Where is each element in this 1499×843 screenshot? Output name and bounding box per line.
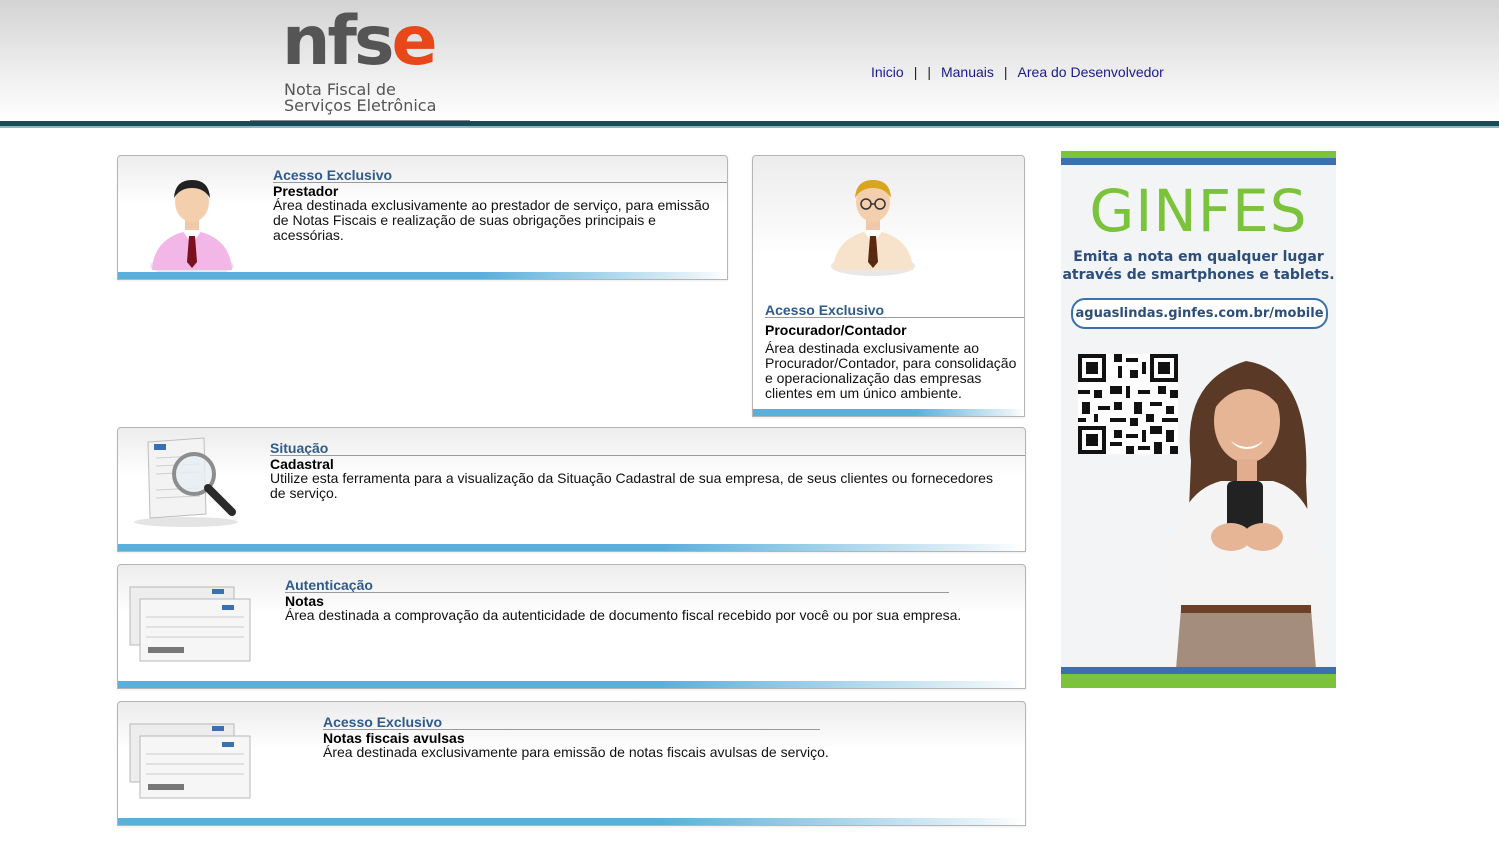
card-kicker: Situação xyxy=(270,440,329,456)
card-accent-strip xyxy=(118,681,1025,688)
card-description: Área destinada exclusivamente para emiss… xyxy=(323,744,829,760)
card-autenticacao-notas[interactable]: Autenticação Notas Área destinada a comp… xyxy=(117,564,1026,689)
card-divider xyxy=(765,317,1024,318)
ginfes-mobile-banner[interactable]: GINFES Emita a nota em qualquer lugar at… xyxy=(1061,151,1336,688)
nav-link-area-desenvolvedor[interactable]: Area do Desenvolvedor xyxy=(1018,64,1164,80)
card-kicker: Autenticação xyxy=(285,577,373,593)
person-pink-shirt-icon xyxy=(150,180,234,276)
stacked-documents-icon xyxy=(129,723,251,799)
logo-word-main: nfs xyxy=(282,2,394,81)
woman-with-phone-icon xyxy=(1167,361,1327,681)
banner-top-green-stripe xyxy=(1061,151,1336,158)
top-nav: Inicio | | Manuais | Area do Desenvolvedor xyxy=(871,64,1164,80)
card-kicker: Acesso Exclusivo xyxy=(323,714,443,730)
ginfes-logo: GINFES xyxy=(1089,177,1308,245)
card-kicker: Acesso Exclusivo xyxy=(273,167,393,183)
nav-separator: | xyxy=(913,64,918,80)
logo-word-accent: e xyxy=(391,2,437,81)
logo-wordmark: nfse xyxy=(282,2,438,82)
logo-subtitle: Nota Fiscal de Serviços Eletrônica xyxy=(284,82,436,114)
header-divider-light xyxy=(0,126,1499,128)
banner-tagline-line1: Emita a nota em qualquer lugar xyxy=(1073,249,1324,265)
card-accent-strip xyxy=(118,818,1025,825)
card-prestador[interactable]: Acesso Exclusivo Prestador Área destinad… xyxy=(117,155,728,280)
person-glasses-icon xyxy=(831,180,915,276)
card-accent-strip xyxy=(753,409,1024,416)
banner-bottom-blue-stripe xyxy=(1061,667,1336,674)
banner-tagline-line2: através de smartphones e tablets. xyxy=(1062,267,1335,283)
card-divider xyxy=(270,455,1025,456)
banner-url[interactable]: aguaslindas.ginfes.com.br/mobile xyxy=(1071,298,1328,329)
banner-tagline: Emita a nota em qualquer lugar através d… xyxy=(1061,248,1336,284)
card-notas-avulsas[interactable]: Acesso Exclusivo Notas fiscais avulsas Á… xyxy=(117,701,1026,826)
card-situacao-cadastral[interactable]: Situação Cadastral Utilize esta ferramen… xyxy=(117,427,1026,552)
nav-separator: | xyxy=(1003,64,1008,80)
card-divider xyxy=(273,182,727,183)
card-procurador[interactable]: Acesso Exclusivo Procurador/Contador Áre… xyxy=(752,155,1025,417)
banner-top-blue-stripe xyxy=(1061,158,1336,165)
stacked-documents-icon xyxy=(129,586,251,662)
site-header: nfse Nota Fiscal de Serviços Eletrônica … xyxy=(0,0,1499,122)
card-description: Área destinada exclusivamente ao prestad… xyxy=(273,197,710,243)
card-description: Área destinada a comprovação da autentic… xyxy=(285,607,962,623)
card-title: Procurador/Contador xyxy=(765,322,907,338)
nav-link-inicio[interactable]: Inicio xyxy=(871,64,904,80)
document-magnifier-icon xyxy=(134,437,238,527)
logo-subtitle-line2: Serviços Eletrônica xyxy=(284,96,437,115)
nfse-logo[interactable]: nfse Nota Fiscal de Serviços Eletrônica xyxy=(250,0,470,122)
card-accent-strip xyxy=(118,544,1025,551)
card-accent-strip xyxy=(118,272,727,279)
card-divider xyxy=(285,592,949,593)
card-description: Utilize esta ferramenta para a visualiza… xyxy=(270,470,993,501)
card-kicker: Acesso Exclusivo xyxy=(765,302,885,318)
nav-link-manuais[interactable]: Manuais xyxy=(941,64,994,80)
banner-bottom-green-stripe xyxy=(1061,674,1336,688)
card-description: Área destinada exclusivamente ao Procura… xyxy=(765,340,1017,401)
nav-separator: | xyxy=(927,64,931,80)
